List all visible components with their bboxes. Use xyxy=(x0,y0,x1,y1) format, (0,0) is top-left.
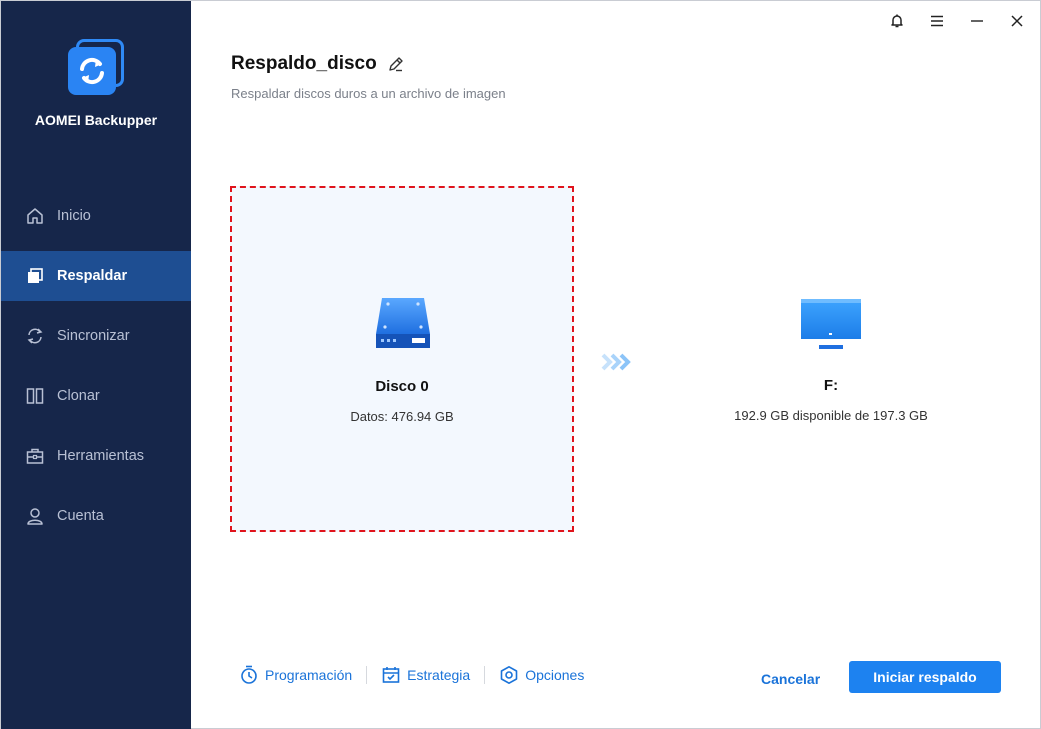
strategy-link[interactable]: Estrategia xyxy=(381,665,470,685)
sync-icon xyxy=(27,328,43,344)
clone-icon xyxy=(26,388,44,404)
page-subtitle: Respaldar discos duros a un archivo de i… xyxy=(231,86,506,101)
sidebar-item-label: Herramientas xyxy=(57,448,145,464)
sidebar-item-herramientas[interactable]: Herramientas xyxy=(1,431,191,481)
options-label: Opciones xyxy=(525,667,585,683)
calendar-check-icon xyxy=(382,667,400,683)
divider xyxy=(484,666,486,684)
app-logo-block: AOMEI Backupper xyxy=(1,39,191,128)
sidebar-item-label: Clonar xyxy=(57,388,100,404)
footer-options: Programación Estrategia Opciones xyxy=(239,665,584,685)
start-backup-button[interactable]: Iniciar respaldo xyxy=(849,661,1001,693)
destination-name: F: xyxy=(823,377,839,394)
minimize-button[interactable] xyxy=(966,10,988,32)
schedule-label: Programación xyxy=(265,667,353,683)
cancel-button[interactable]: Cancelar xyxy=(761,671,820,687)
hard-disk-icon xyxy=(376,298,430,348)
sidebar-item-label: Inicio xyxy=(57,208,91,224)
sidebar-nav: Inicio Respaldar Sincronizar Clonar Herr… xyxy=(1,191,191,551)
page-title: Respaldo_disco xyxy=(231,53,377,74)
sidebar-item-sincronizar[interactable]: Sincronizar xyxy=(1,311,191,361)
title-bar xyxy=(860,1,1040,41)
home-icon xyxy=(27,208,43,224)
options-link[interactable]: Opciones xyxy=(499,665,584,685)
sidebar-item-inicio[interactable]: Inicio xyxy=(1,191,191,241)
timer-icon xyxy=(241,665,257,684)
destination-info: 192.9 GB disponible de 197.3 GB xyxy=(734,408,928,423)
notification-button[interactable] xyxy=(886,10,908,32)
destination-panel[interactable]: F: 192.9 GB disponible de 197.3 GB xyxy=(701,291,961,431)
toolbox-icon xyxy=(26,448,44,464)
monitor-icon xyxy=(801,299,861,349)
chevron-arrows-icon xyxy=(601,353,631,371)
sidebar-item-label: Respaldar xyxy=(57,268,128,284)
bell-icon xyxy=(891,14,903,28)
app-logo-icon xyxy=(66,39,126,99)
sidebar-item-clonar[interactable]: Clonar xyxy=(1,371,191,421)
settings-hexagon-icon xyxy=(500,666,518,684)
schedule-link[interactable]: Programación xyxy=(239,665,352,685)
menu-button[interactable] xyxy=(926,10,948,32)
minimize-icon xyxy=(971,20,983,22)
menu-icon xyxy=(931,15,943,27)
source-disk-name: Disco 0 xyxy=(375,378,429,395)
source-disk-info: Datos: 476.94 GB xyxy=(350,409,454,424)
close-button[interactable] xyxy=(1006,10,1028,32)
sidebar-item-cuenta[interactable]: Cuenta xyxy=(1,491,191,541)
app-window: AOMEI Backupper Inicio Respaldar Sincron… xyxy=(0,0,1041,729)
app-name: AOMEI Backupper xyxy=(34,112,158,128)
close-icon xyxy=(1011,15,1023,27)
user-icon xyxy=(27,508,43,525)
sidebar: AOMEI Backupper Inicio Respaldar Sincron… xyxy=(1,1,191,729)
sidebar-item-label: Cuenta xyxy=(57,508,104,524)
page-title-row: Respaldo_disco xyxy=(231,53,405,75)
divider xyxy=(366,666,368,684)
backup-icon xyxy=(28,268,43,283)
sidebar-item-label: Sincronizar xyxy=(57,328,130,344)
sidebar-item-respaldar[interactable]: Respaldar xyxy=(1,251,191,301)
strategy-label: Estrategia xyxy=(407,667,471,683)
source-disk-panel[interactable]: Disco 0 Datos: 476.94 GB xyxy=(230,186,574,532)
edit-icon[interactable] xyxy=(387,55,405,73)
